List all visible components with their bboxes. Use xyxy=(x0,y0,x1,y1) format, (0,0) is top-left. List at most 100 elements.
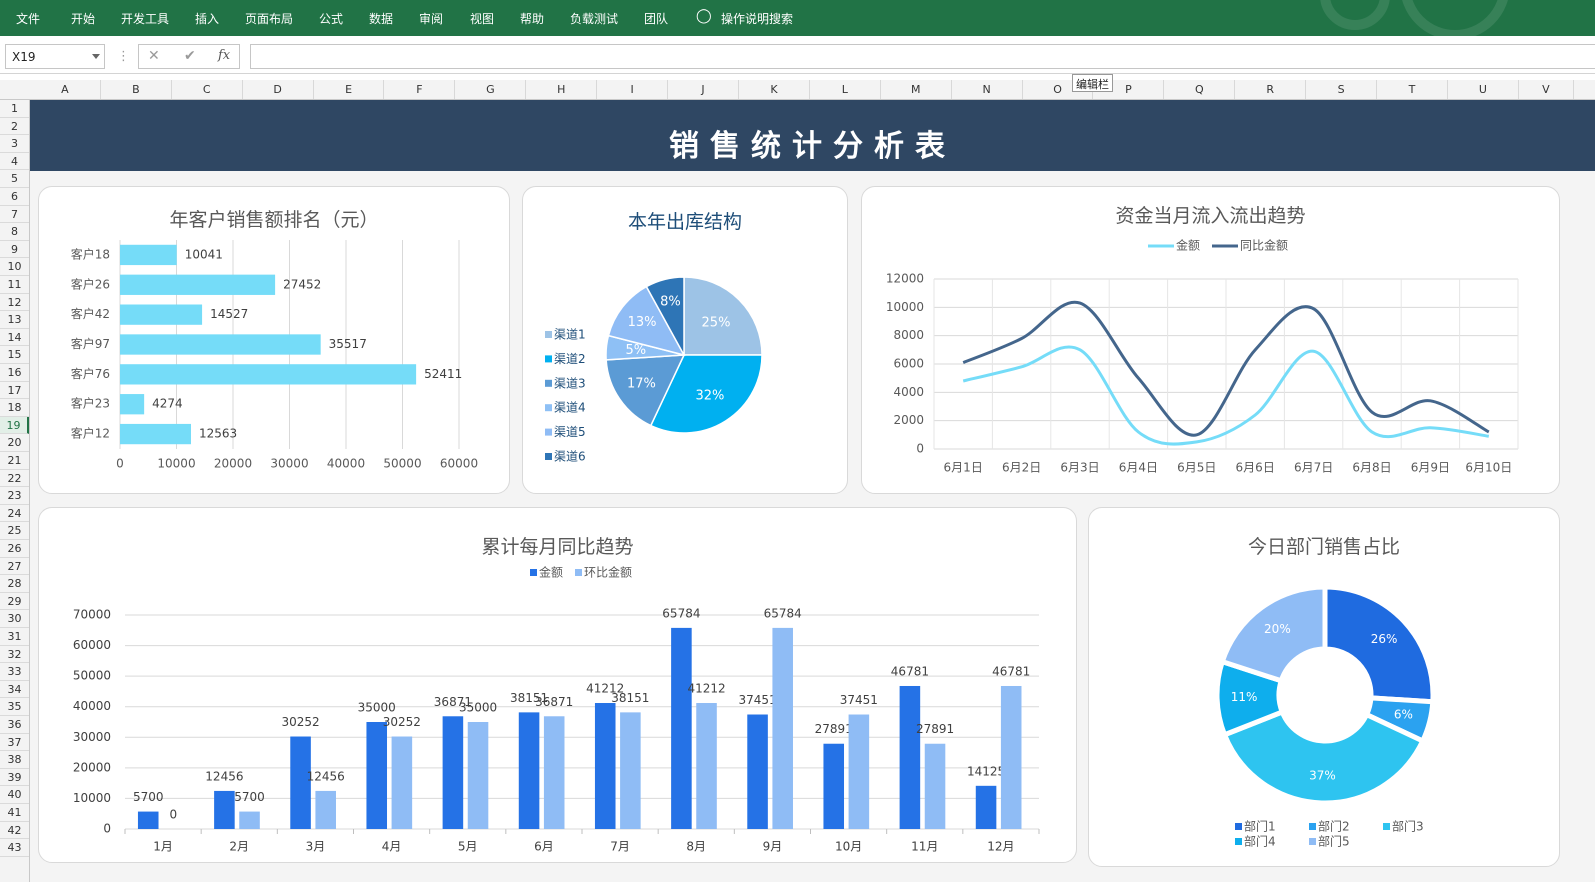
row-header[interactable]: 34 xyxy=(0,681,29,699)
row-header[interactable]: 28 xyxy=(0,575,29,593)
row-header[interactable]: 22 xyxy=(0,470,29,488)
outbound-structure-chart[interactable]: 本年出库结构 25% 32% 17% 5% 13% 8% 渠道1 渠道2 渠道3 渠道4 渠道5 渠道… xyxy=(522,186,848,494)
data-label: 37451 xyxy=(840,693,878,707)
row-header[interactable]: 32 xyxy=(0,646,29,664)
row-header[interactable]: 23 xyxy=(0,487,29,505)
column-header[interactable]: D xyxy=(243,80,314,99)
column-header[interactable]: T xyxy=(1377,80,1448,99)
row-header[interactable]: 18 xyxy=(0,399,29,417)
insert-function-icon[interactable]: fx xyxy=(218,48,230,63)
chevron-down-icon[interactable] xyxy=(92,54,100,59)
column-header[interactable]: U xyxy=(1448,80,1519,99)
row-header[interactable]: 15 xyxy=(0,346,29,364)
monthly-yoy-trend-chart[interactable]: 累计每月同比趋势 0 10000 20000 30000 40000 50000 60000… xyxy=(38,507,1077,863)
ribbon-tab[interactable]: 开发工具 xyxy=(121,10,169,27)
row-header[interactable]: 29 xyxy=(0,593,29,611)
column-header[interactable]: Q xyxy=(1164,80,1236,99)
column-header[interactable]: I xyxy=(597,80,669,99)
department-share-chart[interactable]: 今日部门销售占比 26% 6% 37% 11% 20% 部门1 部门2 部门3 部门4 部门5 xyxy=(1088,507,1560,867)
cash-flow-trend-chart[interactable]: 资金当月流入流出趋势 0 2000 4000 6000 8000 10000 12000 6月… xyxy=(861,186,1560,494)
row-header[interactable]: 37 xyxy=(0,734,29,752)
row-header[interactable]: 2 xyxy=(0,118,29,136)
row-header[interactable]: 8 xyxy=(0,223,29,241)
more-options-icon[interactable]: ⋮ xyxy=(117,49,130,64)
row-header[interactable]: 20 xyxy=(0,434,29,452)
row-header[interactable]: 17 xyxy=(0,382,29,400)
ribbon-tab[interactable]: 审阅 xyxy=(419,10,443,27)
x-tick-label: 20000 xyxy=(214,457,252,471)
row-header[interactable]: 10 xyxy=(0,258,29,276)
column-header[interactable]: F xyxy=(385,80,456,99)
column-header[interactable]: E xyxy=(314,80,385,99)
legend-swatch xyxy=(1309,823,1316,830)
row-header[interactable]: 30 xyxy=(0,610,29,628)
row-header[interactable]: 40 xyxy=(0,786,29,804)
row-header[interactable]: 24 xyxy=(0,505,29,523)
data-label: 14527 xyxy=(210,307,248,321)
worksheet[interactable]: 销售统计分析表 年客户销售额排名（元） 0 10000 20000 30000 4000… xyxy=(30,100,1595,882)
row-header[interactable]: 14 xyxy=(0,329,29,347)
name-box[interactable]: X19 xyxy=(5,44,105,69)
row-header[interactable]: 19 xyxy=(0,416,29,435)
row-header[interactable]: 27 xyxy=(0,558,29,576)
column-header[interactable]: B xyxy=(101,80,172,99)
row-header[interactable]: 38 xyxy=(0,751,29,769)
row-header[interactable]: 9 xyxy=(0,241,29,259)
row-header[interactable]: 21 xyxy=(0,452,29,470)
tell-me-search[interactable]: 操作说明搜索 xyxy=(721,10,793,27)
row-header[interactable]: 31 xyxy=(0,628,29,646)
ribbon-tab[interactable]: 开始 xyxy=(71,10,95,27)
slice-label: 25% xyxy=(702,316,731,331)
legend-swatch xyxy=(545,355,552,363)
row-header[interactable]: 11 xyxy=(0,276,29,294)
lightbulb-icon[interactable]: ◯ xyxy=(696,8,712,24)
ribbon-tab[interactable]: 插入 xyxy=(195,10,219,27)
row-header[interactable]: 3 xyxy=(0,135,29,153)
column-header[interactable]: A xyxy=(30,80,101,99)
column-header[interactable]: C xyxy=(172,80,243,99)
confirm-icon[interactable]: ✔ xyxy=(184,48,196,64)
ribbon-tab[interactable]: 文件 xyxy=(16,10,40,27)
column-header[interactable]: K xyxy=(739,80,810,99)
category-label: 客户42 xyxy=(71,306,110,321)
customer-ranking-chart[interactable]: 年客户销售额排名（元） 0 10000 20000 30000 40000 50000 60… xyxy=(38,186,510,494)
row-header[interactable]: 5 xyxy=(0,170,29,188)
column-header[interactable]: M xyxy=(881,80,952,99)
ribbon-tab[interactable]: 帮助 xyxy=(520,10,544,27)
column-header[interactable]: S xyxy=(1306,80,1378,99)
ribbon-tab[interactable]: 负载测试 xyxy=(570,10,618,27)
bar xyxy=(975,785,997,829)
row-header[interactable]: 6 xyxy=(0,188,29,206)
column-header[interactable]: V xyxy=(1519,80,1574,99)
column-header[interactable]: L xyxy=(810,80,881,99)
row-header[interactable]: 36 xyxy=(0,716,29,734)
row-header[interactable]: 39 xyxy=(0,769,29,787)
ribbon-tab[interactable]: 团队 xyxy=(644,10,668,27)
column-header[interactable]: H xyxy=(526,80,598,99)
row-header[interactable]: 43 xyxy=(0,839,29,857)
ribbon-tab[interactable]: 视图 xyxy=(470,10,494,27)
ribbon-tab[interactable]: 页面布局 xyxy=(245,10,293,27)
row-header[interactable]: 41 xyxy=(0,804,29,822)
x-tick-label: 6月7日 xyxy=(1294,461,1333,475)
row-header[interactable]: 4 xyxy=(0,153,29,171)
row-header[interactable]: 13 xyxy=(0,311,29,329)
row-header[interactable]: 12 xyxy=(0,294,29,312)
cancel-icon[interactable]: ✕ xyxy=(148,48,160,64)
row-header[interactable]: 7 xyxy=(0,206,29,224)
y-tick-label: 0 xyxy=(103,822,111,836)
column-header[interactable]: N xyxy=(952,80,1023,99)
row-header[interactable]: 1 xyxy=(0,100,29,118)
formula-input[interactable] xyxy=(250,44,1595,69)
column-header[interactable]: R xyxy=(1235,80,1307,99)
row-header[interactable]: 25 xyxy=(0,522,29,540)
column-header[interactable]: G xyxy=(455,80,527,99)
row-header[interactable]: 35 xyxy=(0,698,29,716)
column-header[interactable]: J xyxy=(668,80,739,99)
row-header[interactable]: 33 xyxy=(0,663,29,681)
row-header[interactable]: 16 xyxy=(0,364,29,382)
ribbon-tab[interactable]: 公式 xyxy=(319,10,343,27)
row-header[interactable]: 26 xyxy=(0,540,29,558)
ribbon-tab[interactable]: 数据 xyxy=(369,10,393,27)
row-header[interactable]: 42 xyxy=(0,822,29,840)
